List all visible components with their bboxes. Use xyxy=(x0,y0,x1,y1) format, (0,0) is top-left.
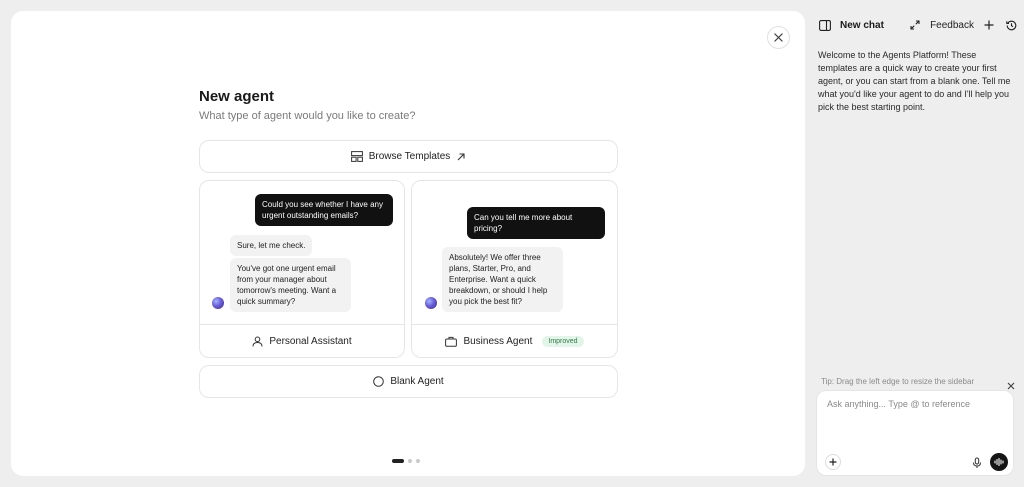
business-agent-card[interactable]: Can you tell me more about pricing? Abso… xyxy=(411,180,618,358)
plus-icon xyxy=(984,20,994,30)
microphone-icon xyxy=(973,457,981,468)
blank-agent-label: Blank Agent xyxy=(390,376,444,387)
feedback-link[interactable]: Feedback xyxy=(930,20,974,31)
page-title: New agent xyxy=(199,88,275,105)
history-icon xyxy=(1005,20,1016,30)
dismiss-tip-button[interactable] xyxy=(1007,377,1017,390)
page-dot-active[interactable] xyxy=(392,459,404,463)
close-button[interactable] xyxy=(767,26,790,49)
bot-message-bubble: You've got one urgent email from your ma… xyxy=(230,258,351,312)
chat-input[interactable] xyxy=(827,399,1007,409)
microphone-button[interactable] xyxy=(971,456,983,468)
attach-button[interactable] xyxy=(825,454,841,470)
new-agent-modal: New agent What type of agent would you l… xyxy=(11,11,805,476)
browse-templates-button[interactable]: Browse Templates xyxy=(199,140,618,173)
improved-badge: Improved xyxy=(542,335,584,347)
page-subtitle: What type of agent would you like to cre… xyxy=(199,110,416,122)
bot-message-bubble: Sure, let me check. xyxy=(230,235,313,256)
history-button[interactable] xyxy=(1004,18,1018,32)
expand-button[interactable] xyxy=(908,18,922,32)
pagination-dots xyxy=(392,459,420,463)
user-icon xyxy=(252,336,263,347)
browse-templates-label: Browse Templates xyxy=(368,151,451,162)
expand-icon xyxy=(910,20,920,30)
card-label: Personal Assistant xyxy=(269,335,352,347)
sidebar-header: New chat Feedback xyxy=(818,16,1018,34)
page-dot[interactable] xyxy=(416,459,420,463)
voice-mode-button[interactable] xyxy=(990,453,1008,471)
arrow-up-right-icon xyxy=(457,152,465,160)
personal-assistant-card[interactable]: Could you see whether I have any urgent … xyxy=(199,180,405,358)
sidebar-actions: Feedback xyxy=(908,16,1018,34)
sidebar-panel-icon xyxy=(819,19,831,31)
card-footer: Business Agent Improved xyxy=(412,324,617,357)
agent-avatar xyxy=(212,297,224,309)
card-label: Business Agent xyxy=(463,335,533,347)
chat-sidebar: New chat Feedback Welcome to the Agents … xyxy=(808,0,1024,487)
chat-composer xyxy=(816,390,1014,476)
card-footer: Personal Assistant xyxy=(200,324,404,357)
resize-tip: Tip: Drag the left edge to resize the si… xyxy=(821,377,975,386)
new-chat-button[interactable] xyxy=(982,18,996,32)
close-icon xyxy=(774,33,783,42)
blank-agent-button[interactable]: Blank Agent xyxy=(199,365,618,398)
sidebar-title: New chat xyxy=(840,19,884,31)
briefcase-icon xyxy=(445,336,458,347)
plus-icon xyxy=(829,458,837,466)
layout-template-icon xyxy=(350,151,363,162)
waveform-icon xyxy=(994,458,1004,466)
close-icon xyxy=(1007,382,1015,390)
page-dot[interactable] xyxy=(408,459,412,463)
bot-message-bubble: Absolutely! We offer three plans, Starte… xyxy=(442,247,563,312)
circle-icon xyxy=(373,376,385,387)
agent-avatar xyxy=(425,297,437,309)
welcome-message: Welcome to the Agents Platform! These te… xyxy=(818,50,1011,112)
user-message-bubble: Could you see whether I have any urgent … xyxy=(255,194,393,226)
user-message-bubble: Can you tell me more about pricing? xyxy=(467,207,605,239)
sidebar-toggle-button[interactable] xyxy=(818,18,832,32)
